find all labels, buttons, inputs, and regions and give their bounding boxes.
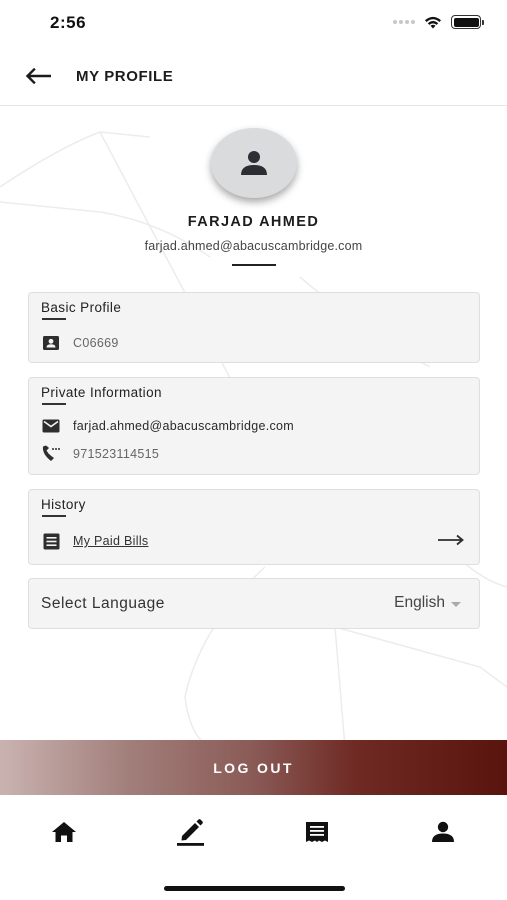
profile-name: FARJAD AHMED [187, 214, 320, 230]
customer-id-row: C06669 [41, 333, 119, 353]
pencil-icon [177, 819, 204, 846]
logout-button[interactable]: LOG OUT [0, 740, 507, 795]
contact-card-icon [41, 333, 61, 353]
status-time: 2:56 [50, 13, 87, 32]
caret-down-icon [451, 601, 461, 607]
phone-row: 971523114515 [41, 444, 159, 464]
language-label: Select Language [41, 595, 165, 612]
divider [42, 318, 66, 320]
person-icon [241, 151, 267, 175]
avatar[interactable] [211, 128, 297, 198]
email-row: farjad.ahmed@abacuscambridge.com [41, 416, 294, 436]
private-email-value: farjad.ahmed@abacuscambridge.com [73, 419, 295, 433]
receipt-list-icon [41, 531, 61, 551]
wifi-icon [425, 16, 441, 29]
mail-icon [41, 416, 61, 436]
profile-email: farjad.ahmed@abacuscambridge.com [144, 239, 363, 253]
phone-icon [41, 444, 61, 464]
divider [42, 515, 66, 517]
nav-bills[interactable] [297, 817, 337, 847]
language-select[interactable]: English [394, 594, 461, 612]
nav-profile[interactable] [423, 817, 463, 847]
status-icons [393, 14, 484, 30]
back-button[interactable] [22, 62, 54, 90]
battery-icon [451, 15, 484, 29]
home-indicator [164, 886, 345, 891]
divider [42, 403, 66, 405]
card-title-private-information: Private Information [41, 385, 162, 400]
signal-icon [393, 20, 415, 24]
private-information-card: Private Information farjad.ahmed@abacusc… [28, 377, 480, 475]
status-bar: 2:56 [0, 0, 507, 48]
basic-profile-card: Basic Profile C06669 [28, 292, 480, 363]
person-icon [432, 821, 454, 842]
receipt-icon [306, 822, 328, 842]
app-header: MY PROFILE [0, 48, 507, 106]
logout-label: LOG OUT [213, 759, 294, 776]
card-title-basic-profile: Basic Profile [41, 300, 122, 315]
phone-value: 971523114515 [73, 447, 160, 461]
language-selected-value: English [394, 594, 445, 611]
page-title: MY PROFILE [76, 68, 174, 85]
bottom-nav [0, 795, 507, 867]
history-card[interactable]: History My Paid Bills [28, 489, 480, 565]
card-title-history: History [41, 497, 86, 512]
arrow-left-icon [25, 68, 51, 84]
customer-id-value: C06669 [73, 336, 119, 350]
language-card: Select Language English [28, 578, 480, 629]
arrow-right-icon[interactable] [437, 534, 465, 546]
home-icon [52, 822, 76, 842]
nav-edit[interactable] [170, 817, 210, 847]
divider [232, 264, 276, 266]
my-paid-bills-link[interactable]: My Paid Bills [73, 534, 148, 548]
nav-home[interactable] [44, 817, 84, 847]
paid-bills-row[interactable]: My Paid Bills [41, 531, 148, 551]
